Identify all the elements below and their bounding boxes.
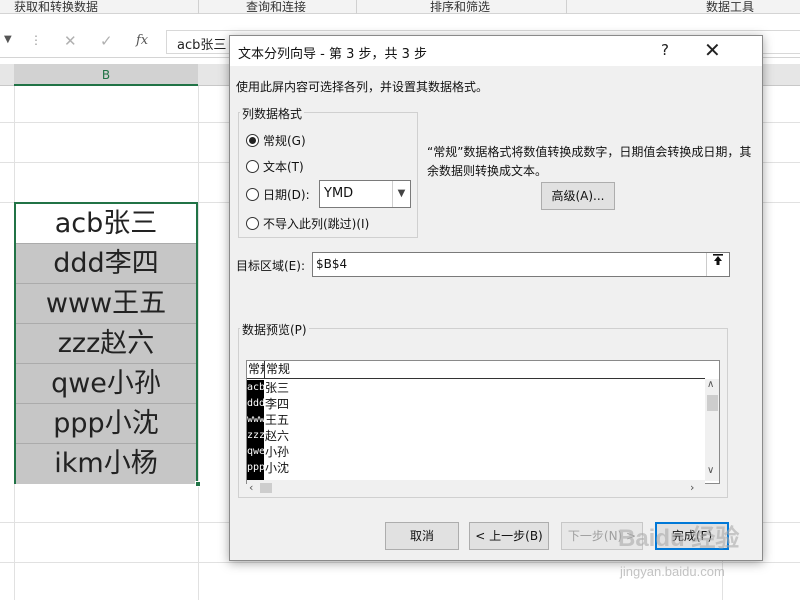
- preview-column-1-header[interactable]: 常规: [248, 361, 265, 378]
- ribbon-separator: [566, 0, 567, 14]
- radio-general-button[interactable]: [246, 134, 259, 147]
- data-preview-box[interactable]: 常规常规 acb张三 ddd李四 www王五 zzz赵六 qwe小孙 ppp小沈…: [246, 360, 720, 484]
- preview-cell: ppp: [247, 460, 264, 476]
- watermark-url: jingyan.baidu.com: [620, 564, 725, 579]
- help-button[interactable]: ?: [661, 41, 669, 59]
- radio-date-button[interactable]: [246, 188, 259, 201]
- preview-cell: 小沈: [265, 461, 290, 475]
- preview-cell: zzz: [247, 428, 264, 444]
- preview-row: qwe小孙: [247, 444, 289, 460]
- advanced-button[interactable]: 高级(A)...: [541, 182, 615, 210]
- cancel-edit-icon[interactable]: ✕: [64, 32, 77, 50]
- radio-skip[interactable]: 不导入此列(跳过)(I): [246, 215, 369, 232]
- ribbon-separator: [356, 0, 357, 14]
- collapse-dialog-icon[interactable]: [706, 253, 728, 276]
- chevron-down-icon[interactable]: ∨: [707, 465, 714, 476]
- preview-cell: 赵六: [265, 429, 290, 443]
- cancel-button[interactable]: 取消: [385, 522, 459, 550]
- baidu-watermark: Baidu 经验 jingyan.baidu.com: [618, 518, 800, 600]
- fill-handle[interactable]: [195, 481, 201, 487]
- preview-horizontal-scrollbar[interactable]: ‹ ›: [247, 480, 705, 496]
- cell-b8[interactable]: qwe小孙: [16, 364, 196, 404]
- preview-cell: ddd: [247, 396, 264, 412]
- chevron-left-icon[interactable]: ‹: [249, 481, 253, 494]
- preview-cell: 张三: [265, 381, 290, 395]
- radio-date-label: 日期(D):: [263, 188, 310, 202]
- radio-general-label: 常规(G): [263, 134, 306, 148]
- radio-date[interactable]: 日期(D):: [246, 186, 310, 203]
- preview-column-2-header[interactable]: 常规: [265, 361, 290, 378]
- formula-bar-grip-icon[interactable]: ⋮: [30, 33, 42, 47]
- ribbon-group-get-transform: 获取和转换数据: [14, 0, 99, 12]
- date-format-select[interactable]: YMD ▼: [319, 180, 411, 208]
- selected-range[interactable]: acb张三 ddd李四 www王五 zzz赵六 qwe小孙 ppp小沈 ikm小…: [14, 202, 198, 484]
- ribbon-group-queries: 查询和连接: [246, 0, 307, 12]
- date-format-value: YMD: [324, 186, 354, 201]
- destination-input[interactable]: $B$4: [312, 252, 730, 277]
- radio-text-button[interactable]: [246, 160, 259, 173]
- dialog-titlebar[interactable]: 文本分列向导 - 第 3 步，共 3 步 ? ✕: [230, 36, 762, 66]
- preview-cell: 王五: [265, 413, 290, 427]
- preview-vertical-scrollbar[interactable]: ∧ ∨: [705, 379, 719, 481]
- chevron-right-icon[interactable]: ›: [690, 481, 694, 494]
- dialog-title: 文本分列向导 - 第 3 步，共 3 步: [238, 47, 428, 62]
- ribbon-separator: [198, 0, 199, 14]
- data-preview-label: 数据预览(P): [240, 321, 309, 338]
- radio-text-label: 文本(T): [263, 160, 304, 174]
- collapse-arrow-icon: [712, 254, 723, 265]
- column-header-b[interactable]: B: [14, 64, 198, 86]
- name-box-dropdown-icon[interactable]: ▼: [4, 34, 12, 45]
- text-to-columns-dialog: 文本分列向导 - 第 3 步，共 3 步 ? ✕ 使用此屏内容可选择各列，并设置…: [229, 35, 763, 561]
- radio-skip-button[interactable]: [246, 217, 259, 230]
- preview-row: ppp小沈: [247, 460, 289, 476]
- ribbon-group-bar: 获取和转换数据 查询和连接 排序和筛选 数据工具: [0, 0, 800, 14]
- preview-row: zzz赵六: [247, 428, 289, 444]
- scrollbar-thumb[interactable]: [707, 395, 718, 411]
- cell-b10[interactable]: ikm小杨: [16, 444, 196, 484]
- back-button[interactable]: < 上一步(B): [469, 522, 549, 550]
- cell-b4[interactable]: acb张三: [16, 204, 196, 244]
- destination-label: 目标区域(E):: [236, 259, 305, 273]
- preview-cell: acb: [247, 380, 264, 396]
- cell-b9[interactable]: ppp小沈: [16, 404, 196, 444]
- ribbon-group-data-tools: 数据工具: [706, 0, 755, 12]
- preview-row: ddd李四: [247, 396, 289, 412]
- cell-b7[interactable]: zzz赵六: [16, 324, 196, 364]
- dialog-instruction: 使用此屏内容可选择各列，并设置其数据格式。: [236, 80, 489, 94]
- column-format-group-label: 列数据格式: [240, 105, 305, 122]
- scrollbar-thumb[interactable]: [260, 483, 272, 493]
- preview-cell: 李四: [265, 397, 290, 411]
- preview-cell: qwe: [247, 444, 264, 460]
- confirm-edit-icon[interactable]: ✓: [100, 32, 113, 50]
- cell-b6[interactable]: www王五: [16, 284, 196, 324]
- preview-header-row[interactable]: 常规常规: [247, 361, 705, 379]
- ribbon-group-sort-filter: 排序和筛选: [430, 0, 491, 12]
- preview-cell: www: [247, 412, 264, 428]
- chevron-up-icon[interactable]: ∧: [707, 379, 714, 390]
- preview-row: acb张三: [247, 380, 289, 396]
- insert-function-icon[interactable]: fx: [136, 33, 148, 48]
- cell-b5[interactable]: ddd李四: [16, 244, 196, 284]
- format-description: “常规”数据格式将数值转换成数字，日期值会转换成日期，其余数据则转换成文本。: [427, 145, 752, 178]
- radio-skip-label: 不导入此列(跳过)(I): [263, 217, 370, 231]
- watermark-main: Baidu 经验: [618, 525, 740, 552]
- close-button[interactable]: ✕: [704, 38, 721, 62]
- preview-cell: 小孙: [265, 445, 290, 459]
- radio-general[interactable]: 常规(G): [246, 132, 306, 149]
- radio-text[interactable]: 文本(T): [246, 158, 304, 175]
- chevron-down-icon[interactable]: ▼: [392, 181, 410, 207]
- preview-row: www王五: [247, 412, 289, 428]
